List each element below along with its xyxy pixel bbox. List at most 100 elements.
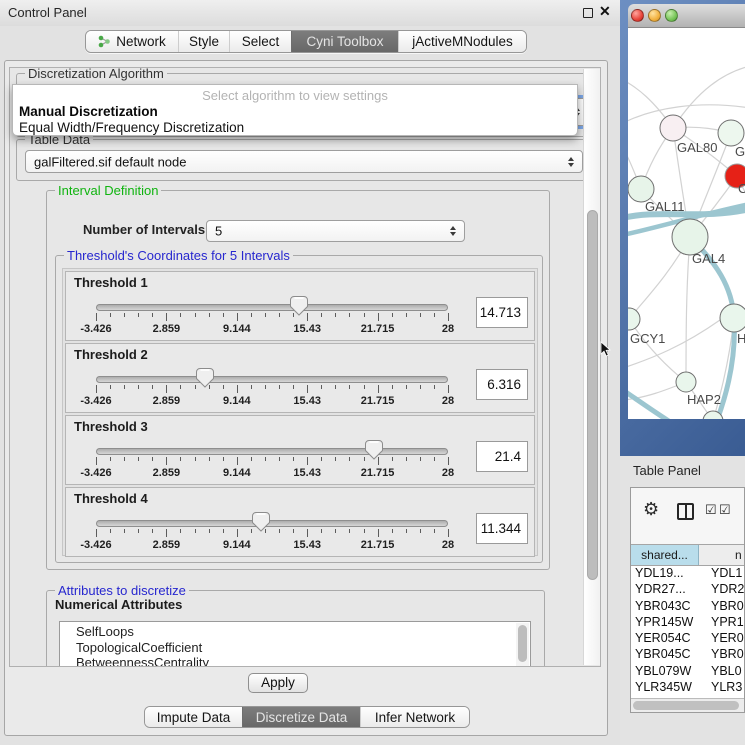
slider: -3.4262.8599.14415.4321.71528 xyxy=(96,488,448,558)
table-cell[interactable]: YBR043C xyxy=(631,599,699,615)
settings-scrollbar-thumb[interactable] xyxy=(587,210,598,580)
network-node[interactable] xyxy=(720,304,745,332)
tab-select[interactable]: Select xyxy=(229,31,291,52)
threshold-value-field[interactable]: 21.4 xyxy=(476,441,528,472)
zoom-traffic-light-icon[interactable] xyxy=(665,9,678,22)
table-row[interactable]: YPR145W YPR1 xyxy=(631,615,744,631)
threshold-row: Threshold 4 xyxy=(65,487,535,557)
float-window-icon[interactable] xyxy=(583,8,593,18)
close-icon[interactable]: ✕ xyxy=(599,3,611,20)
gear-icon[interactable]: ⚙ xyxy=(643,499,659,520)
select-checkbox-icon[interactable]: ☑ xyxy=(705,502,717,518)
table-row[interactable]: YBL079W YBL0 xyxy=(631,664,744,680)
slider-track[interactable] xyxy=(96,520,448,527)
list-item[interactable]: SelfLoops xyxy=(60,624,530,640)
list-item[interactable]: TopologicalCoefficient xyxy=(60,640,530,656)
table-cell[interactable]: YBR0 xyxy=(699,599,744,615)
table-data-combo[interactable]: galFiltered.sif default node xyxy=(25,150,583,173)
slider-tick xyxy=(406,529,407,533)
tab-cyni-toolbox[interactable]: Cyni Toolbox xyxy=(291,31,398,52)
table-data-group: Table Data galFiltered.sif default node xyxy=(16,139,594,181)
network-node[interactable] xyxy=(672,219,708,255)
slider-track[interactable] xyxy=(96,448,448,455)
threshold-value-field[interactable]: 6.316 xyxy=(476,369,528,400)
table-cell[interactable]: YLR345W xyxy=(631,680,699,696)
network-canvas[interactable]: GAL80 G C GAL11 GAL4 GCY1 H HAP2 xyxy=(628,28,745,419)
table-cell[interactable]: YBR045C xyxy=(631,647,699,663)
slider-tick xyxy=(335,529,336,533)
table-row[interactable]: YBR045C YBR0 xyxy=(631,647,744,663)
column-header-name[interactable]: n xyxy=(699,545,744,565)
threshold-row: Threshold 2 xyxy=(65,343,535,413)
slider-tick xyxy=(110,529,111,533)
dropdown-option-manual[interactable]: Manual Discretization xyxy=(19,104,158,119)
slider-tick xyxy=(237,385,238,393)
table-row[interactable]: YDL19... YDL1 xyxy=(631,566,744,582)
slider-tick xyxy=(180,385,181,389)
list-item[interactable]: BetweennessCentrality xyxy=(60,655,530,667)
slider-tick xyxy=(307,385,308,393)
network-node[interactable] xyxy=(718,120,744,146)
slider-tick xyxy=(138,385,139,389)
table-cell[interactable]: YDR27... xyxy=(631,582,699,598)
number-of-intervals-label: Number of Intervals xyxy=(83,222,205,237)
network-node[interactable] xyxy=(660,115,686,141)
table-cell[interactable]: YBL079W xyxy=(631,664,699,680)
list-scrollbar-thumb[interactable] xyxy=(518,625,527,662)
slider-tick xyxy=(434,313,435,317)
table-cell[interactable]: YDL19... xyxy=(631,566,699,582)
apply-button[interactable]: Apply xyxy=(248,673,308,693)
table-cell[interactable]: YDL1 xyxy=(699,566,744,582)
network-nodes[interactable] xyxy=(628,115,745,419)
network-node[interactable] xyxy=(676,372,696,392)
tab-infer-network[interactable]: Infer Network xyxy=(360,707,469,727)
table-cell[interactable]: YBR0 xyxy=(699,647,744,663)
threshold-value-field[interactable]: 14.713 xyxy=(476,297,528,328)
close-traffic-light-icon[interactable] xyxy=(631,9,644,22)
network-node[interactable] xyxy=(628,308,640,330)
node-label: GCY1 xyxy=(630,331,665,346)
slider-tick xyxy=(307,529,308,537)
tab-style[interactable]: Style xyxy=(178,31,229,52)
tab-discretize-data[interactable]: Discretize Data xyxy=(242,707,360,727)
node-label: GAL80 xyxy=(677,140,717,155)
slider-tick xyxy=(265,385,266,389)
tab-network[interactable]: Network xyxy=(86,31,178,52)
list-scrollbar[interactable] xyxy=(516,623,529,667)
table-row[interactable]: YDR27... YDR2 xyxy=(631,582,744,598)
slider-tick-label: 28 xyxy=(442,467,454,479)
table-cell[interactable]: YPR145W xyxy=(631,615,699,631)
select-checkbox-icon[interactable]: ☑ xyxy=(719,502,731,518)
table-horizontal-scrollbar[interactable] xyxy=(631,698,744,712)
column-layout-icon[interactable] xyxy=(677,503,694,520)
table-row[interactable]: YER054C YER0 xyxy=(631,631,744,647)
group-label: Threshold's Coordinates for 5 Intervals xyxy=(64,248,293,263)
threshold-value-field[interactable]: 11.344 xyxy=(476,513,528,544)
table-cell[interactable]: YPR1 xyxy=(699,615,744,631)
slider-track[interactable] xyxy=(96,304,448,311)
table-header-row: shared... n xyxy=(631,544,744,566)
settings-scrollbar[interactable] xyxy=(583,69,600,665)
tab-impute-data[interactable]: Impute Data xyxy=(145,707,242,727)
table-cell[interactable]: YLR3 xyxy=(699,680,744,696)
number-of-intervals-combo[interactable]: 5 xyxy=(206,220,465,242)
dropdown-option-equal-width[interactable]: Equal Width/Frequency Discretization xyxy=(19,120,244,135)
slider-tick xyxy=(209,529,210,533)
table-cell[interactable]: YBL0 xyxy=(699,664,744,680)
table-cell[interactable]: YDR2 xyxy=(699,582,744,598)
slider-tick xyxy=(378,529,379,537)
node-label: H xyxy=(737,331,745,346)
table-cell[interactable]: YER054C xyxy=(631,631,699,647)
tab-jactivemnodules[interactable]: jActiveMNodules xyxy=(398,31,526,52)
slider-tick xyxy=(279,313,280,317)
tab-label: Discretize Data xyxy=(256,710,348,725)
table-scrollbar-thumb[interactable] xyxy=(633,701,739,710)
minimize-traffic-light-icon[interactable] xyxy=(648,9,661,22)
table-row[interactable]: YBR043C YBR0 xyxy=(631,599,744,615)
slider-track[interactable] xyxy=(96,376,448,383)
numerical-attributes-label: Numerical Attributes xyxy=(55,597,182,612)
combo-arrows-icon xyxy=(450,226,456,236)
table-cell[interactable]: YER0 xyxy=(699,631,744,647)
column-header-shared[interactable]: shared... xyxy=(631,545,699,565)
table-row[interactable]: YLR345W YLR3 xyxy=(631,680,744,696)
